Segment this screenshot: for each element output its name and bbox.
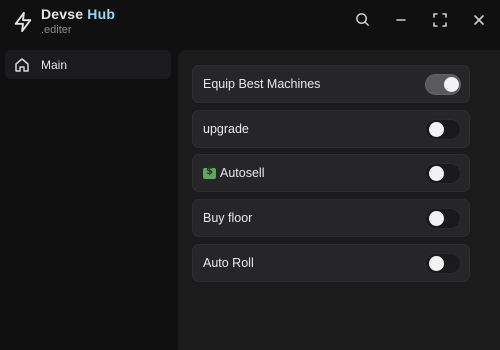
toggle-label: Equip Best Machines	[203, 77, 320, 91]
maximize-button[interactable]	[428, 10, 452, 34]
app-title-main: Devse	[41, 6, 84, 22]
search-button[interactable]	[350, 10, 374, 34]
minimize-button[interactable]	[389, 10, 413, 34]
app-subtitle: .editer	[41, 24, 72, 36]
sidebar-item-label: Main	[41, 57, 68, 72]
toggle-row-auto-roll[interactable]: Auto Roll	[192, 244, 470, 282]
app-title-accent: Hub	[87, 6, 116, 22]
toggle-label-text: upgrade	[203, 122, 249, 136]
auto-roll-toggle[interactable]	[425, 253, 461, 274]
toggle-label-text: Auto Roll	[203, 256, 254, 270]
equip-best-machines-toggle[interactable]	[425, 74, 461, 95]
title-bar[interactable]: Devse Hub .editer	[0, 0, 500, 46]
app-window: Devse Hub .editer Main Equip Best Machin…	[0, 0, 500, 350]
toggle-knob	[444, 77, 459, 92]
toggle-knob	[429, 122, 444, 137]
toggle-label: Auto Roll	[203, 256, 254, 270]
toggle-knob	[429, 166, 444, 181]
maximize-icon	[433, 12, 447, 32]
search-icon	[355, 12, 370, 32]
toggle-row-autosell[interactable]: Autosell	[192, 154, 470, 192]
toggle-row-upgrade[interactable]: upgrade	[192, 110, 470, 148]
toggle-knob	[429, 256, 444, 271]
toggle-knob	[429, 211, 444, 226]
lightning-logo-icon	[12, 11, 34, 33]
autosell-toggle[interactable]	[425, 163, 461, 184]
buy-floor-toggle[interactable]	[425, 208, 461, 229]
toggle-row-buy-floor[interactable]: Buy floor	[192, 199, 470, 237]
close-button[interactable]	[467, 10, 491, 34]
toggle-label: upgrade	[203, 122, 249, 136]
toggle-label-text: Autosell	[220, 166, 265, 180]
home-icon	[14, 57, 30, 73]
main-panel: Equip Best Machines upgrade Autosell Buy…	[178, 50, 500, 350]
toggle-row-equip-best-machines[interactable]: Equip Best Machines	[192, 65, 470, 103]
close-icon	[473, 13, 485, 31]
toggle-label: Buy floor	[203, 211, 252, 225]
toggle-label-text: Buy floor	[203, 211, 253, 225]
sidebar: Main	[0, 46, 176, 350]
sidebar-item-main[interactable]: Main	[5, 50, 171, 79]
toggle-label: Autosell	[203, 166, 264, 180]
minimize-icon	[395, 13, 407, 31]
upgrade-toggle[interactable]	[425, 119, 461, 140]
app-title: Devse Hub	[41, 6, 115, 23]
toggle-label-text: Equip Best Machines	[203, 77, 321, 91]
money-emoji-icon	[203, 166, 216, 179]
app-brand: Devse Hub .editer	[41, 6, 115, 37]
